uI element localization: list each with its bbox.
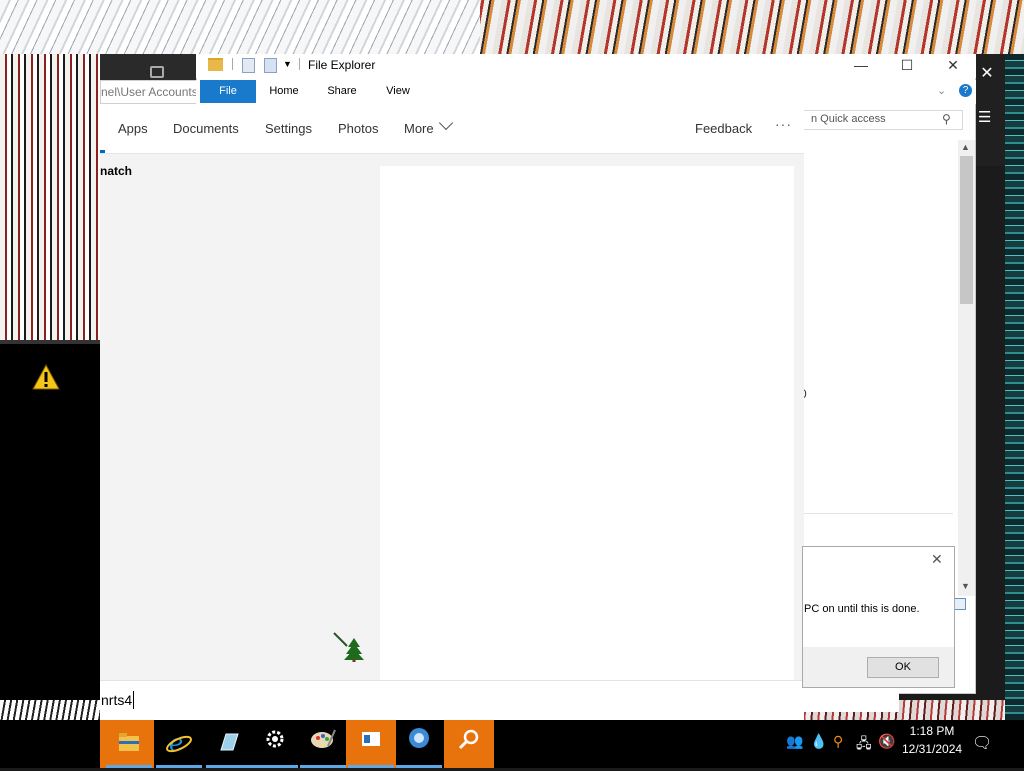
- taskbar-internet-explorer[interactable]: e: [154, 720, 204, 768]
- settings-gear-icon: [266, 730, 284, 748]
- warning-icon[interactable]: [32, 363, 60, 391]
- tab-file[interactable]: File: [200, 80, 256, 103]
- minimize-button[interactable]: —: [838, 55, 884, 77]
- volume-muted-icon[interactable]: 🔇: [878, 733, 895, 750]
- quick-access-separator: [232, 58, 233, 70]
- divider: [803, 513, 953, 514]
- desktop-background-top-left: [0, 0, 480, 54]
- window-app-icon: [362, 732, 380, 746]
- new-folder-icon[interactable]: [264, 58, 277, 73]
- taskbar-paint[interactable]: [298, 720, 348, 768]
- control-panel-address-bar[interactable]: nel\User Accounts: [100, 80, 197, 104]
- close-button[interactable]: ✕: [930, 55, 976, 77]
- feedback-link[interactable]: Feedback: [695, 121, 752, 136]
- maximize-button[interactable]: ☐: [884, 55, 930, 77]
- tab-apps[interactable]: Apps: [118, 121, 148, 136]
- control-panel-titlebar: [100, 54, 196, 80]
- explorer-search-placeholder: n Quick access: [811, 113, 886, 125]
- scroll-down-icon[interactable]: ▼: [961, 581, 970, 591]
- desktop-background-right: [1005, 54, 1024, 720]
- scroll-up-icon[interactable]: ▲: [961, 142, 970, 152]
- quick-access-separator: [299, 58, 300, 70]
- text-caret: [133, 691, 134, 709]
- search-magnifier-icon: [458, 729, 479, 750]
- notepad-icon: [220, 733, 239, 751]
- best-match-heading: natch: [100, 164, 133, 178]
- selected-tab-indicator: [100, 150, 105, 153]
- tab-view[interactable]: View: [376, 80, 420, 103]
- window-title: File Explorer: [308, 58, 376, 72]
- tab-settings[interactable]: Settings: [265, 121, 312, 136]
- quick-access-dropdown-icon[interactable]: ▼: [283, 59, 292, 69]
- christmas-tree-icon: [333, 632, 364, 662]
- tab-more[interactable]: More: [404, 121, 434, 136]
- dialog-message: PC on until this is done.: [804, 603, 920, 615]
- internet-explorer-icon: e: [166, 729, 192, 757]
- folder-icon: [208, 58, 223, 71]
- desktop-background-left: [0, 54, 100, 344]
- close-icon[interactable]: ✕: [976, 62, 998, 86]
- tab-share[interactable]: Share: [320, 80, 364, 103]
- hamburger-menu-icon[interactable]: ☰: [978, 108, 996, 126]
- search-input[interactable]: nrts4: [101, 692, 132, 708]
- lock-icon: [150, 66, 164, 78]
- properties-icon[interactable]: [242, 58, 255, 73]
- taskbar-notepad[interactable]: [204, 720, 254, 768]
- search-box[interactable]: [100, 680, 804, 720]
- desktop-background-bottom-left: [0, 700, 100, 720]
- media-player-icon: [409, 728, 429, 748]
- tab-photos[interactable]: Photos: [338, 121, 378, 136]
- network-icon[interactable]: 🖧: [856, 733, 872, 757]
- clock[interactable]: 1:18 PM 12/31/2024: [902, 722, 962, 758]
- search-icon[interactable]: ⚲: [942, 112, 951, 126]
- tab-documents[interactable]: Documents: [173, 121, 239, 136]
- taskbar-settings[interactable]: [250, 720, 300, 768]
- people-icon[interactable]: 👥: [786, 733, 803, 750]
- results-list: [100, 155, 370, 680]
- more-options-icon[interactable]: ···: [775, 116, 792, 132]
- dialog-shadow-area: [802, 688, 899, 712]
- paint-icon: [311, 729, 336, 748]
- taskbar-media-player[interactable]: [394, 720, 444, 768]
- taskbar-window-app[interactable]: [346, 720, 396, 768]
- clock-date: 12/31/2024: [902, 742, 963, 756]
- clock-time: 1:18 PM: [909, 724, 955, 738]
- help-icon[interactable]: ?: [959, 84, 972, 97]
- tab-home[interactable]: Home: [262, 80, 306, 103]
- desktop-background-left-dark: [0, 344, 100, 720]
- expand-ribbon-icon[interactable]: ⌄: [937, 84, 946, 97]
- taskbar-file-explorer[interactable]: [104, 720, 154, 768]
- scrollbar-thumb[interactable]: [960, 156, 973, 304]
- ok-button[interactable]: OK: [867, 657, 939, 678]
- notification-center-icon[interactable]: 🗨: [972, 733, 992, 753]
- droplet-icon[interactable]: 💧: [810, 733, 827, 750]
- result-preview-pane: [380, 166, 794, 680]
- ribbon-tabs: [196, 80, 976, 104]
- file-explorer-icon: [119, 733, 139, 751]
- taskbar-search-app[interactable]: [444, 720, 494, 768]
- dialog-close-button[interactable]: ✕: [931, 551, 943, 568]
- search-tray-icon[interactable]: ⚲: [833, 733, 843, 750]
- view-toggle-icon[interactable]: [954, 598, 966, 610]
